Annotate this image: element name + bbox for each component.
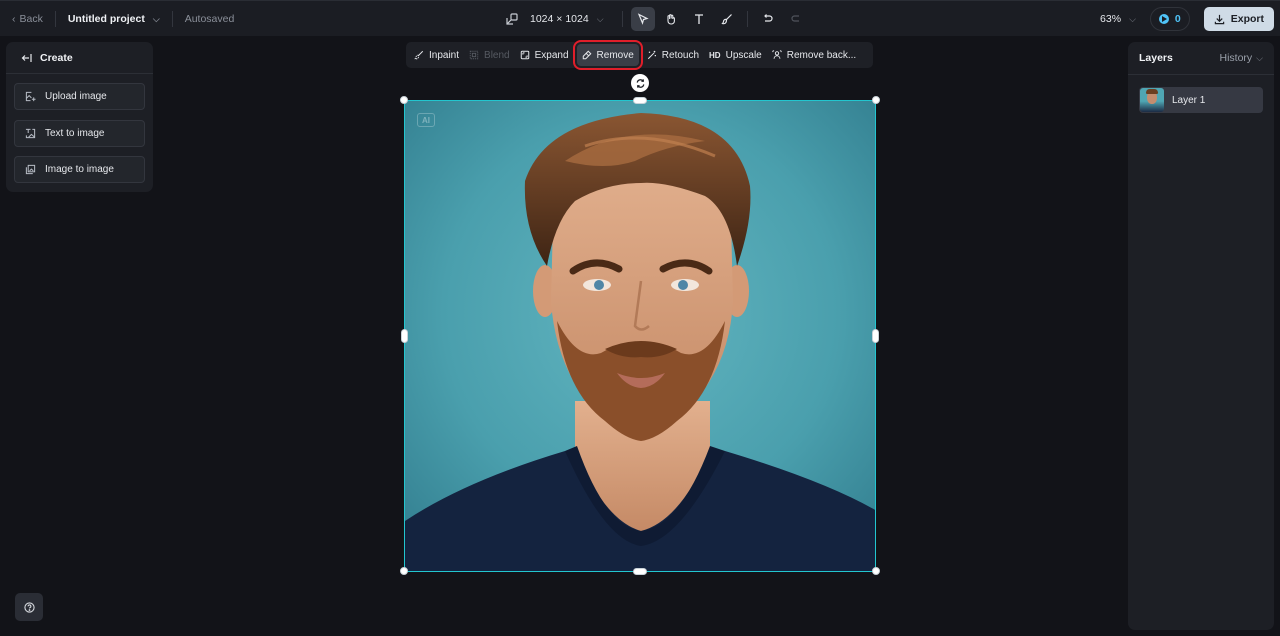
rotate-handle[interactable] [631,74,649,92]
eraser-icon [582,50,591,60]
hand-tool-button[interactable] [659,7,683,31]
portrait-image [405,101,875,571]
back-label: Back [19,13,43,25]
upscale-button[interactable]: HD Upscale [704,44,767,66]
zoom-level: 63% [1100,13,1122,25]
divider [621,11,623,27]
redo-icon [790,15,799,22]
inpaint-label: Inpaint [429,49,460,61]
resize-handle-left[interactable] [401,329,408,343]
project-name: Untitled project [67,13,145,25]
ai-generated-badge: AI [417,113,435,127]
divider [171,11,173,27]
canvas-size-value: 1024 × 1024 [530,13,589,25]
upload-image-label: Upload image [45,91,107,102]
text-icon [694,14,703,24]
layer-thumbnail [1140,88,1164,112]
hd-icon: HD [709,50,721,60]
text-to-image-icon [25,128,37,139]
help-button[interactable] [15,593,43,621]
resize-canvas-button[interactable] [500,7,524,31]
expand-button[interactable]: Expand [515,44,574,66]
collapse-left-icon [21,53,32,62]
remove-button[interactable]: Remove [572,40,643,70]
credits-count: 0 [1174,13,1181,25]
zoom-dropdown[interactable]: 63% ⌵ [1100,13,1136,25]
brush-icon [720,14,732,25]
remove-background-button[interactable]: Remove back... [767,44,861,66]
create-panel-title: Create [40,51,73,64]
edit-toolbar: Inpaint Blend Expand Remove Retouch HD U… [406,40,873,70]
rotate-icon [636,78,644,88]
resize-handle-top[interactable] [633,97,647,104]
create-panel: Create Upload image Text to image Image … [6,42,153,192]
canvas-size-dropdown[interactable]: 1024 × 1024 ⌵ [530,13,604,25]
blend-button[interactable]: Blend [464,44,515,66]
retouch-icon [647,50,656,60]
divider [54,11,56,27]
inpaint-icon [414,50,424,60]
export-label: Export [1230,13,1264,25]
inpaint-button[interactable]: Inpaint [409,44,464,66]
retouch-button[interactable]: Retouch [642,44,704,66]
download-icon [1214,14,1224,24]
export-button[interactable]: Export [1203,7,1274,31]
upscale-label: Upscale [725,49,762,61]
remove-background-label: Remove back... [786,49,857,61]
expand-icon [520,50,529,60]
resize-handle-bottom-left[interactable] [400,567,408,575]
layers-title: Layers [1139,52,1173,64]
history-label: History [1219,52,1253,64]
brush-tool-button[interactable] [715,7,739,31]
save-status: Autosaved [184,13,235,25]
retouch-label: Retouch [661,49,700,61]
layers-panel: Layers History ⌵ Layer 1 [1128,42,1274,630]
text-to-image-button[interactable]: Text to image [14,120,145,147]
chevron-down-icon: ⌵ [152,13,160,24]
text-tool-button[interactable] [687,7,711,31]
chevron-down-icon: ⌵ [1129,13,1136,24]
canvas-image-layer[interactable]: AI [404,100,876,572]
history-dropdown[interactable]: History ⌵ [1220,52,1264,64]
resize-handle-bottom[interactable] [633,568,647,575]
undo-button[interactable] [756,7,780,31]
undo-icon [763,14,773,22]
resize-handle-bottom-right[interactable] [872,567,880,575]
cursor-icon [637,13,649,25]
create-panel-header[interactable]: Create [6,42,153,74]
remove-label: Remove [596,49,634,61]
text-to-image-label: Text to image [45,128,105,139]
back-button[interactable]: ‹ Back [12,13,43,25]
image-to-image-button[interactable]: Image to image [14,156,145,183]
top-bar: ‹ Back Untitled project ⌵ Autosaved 1024… [0,0,1280,36]
project-name-dropdown[interactable]: Untitled project ⌵ [68,13,160,25]
hand-icon [666,14,675,25]
credits-icon [1158,14,1169,24]
image-to-image-label: Image to image [45,164,114,175]
blend-icon [469,50,479,60]
image-to-image-icon [25,164,37,175]
upload-image-button[interactable]: Upload image [14,83,145,110]
chevron-down-icon: ⌵ [1256,52,1263,63]
layers-panel-header: Layers History ⌵ [1128,42,1274,75]
resize-handle-top-right[interactable] [872,96,880,104]
remove-background-icon [772,50,782,59]
resize-handle-top-left[interactable] [400,96,408,104]
resize-icon [506,13,518,25]
divider [746,11,748,27]
chevron-down-icon: ⌵ [596,13,604,24]
credits-badge[interactable]: 0 [1149,7,1190,31]
select-tool-button[interactable] [630,7,655,31]
chevron-left-icon: ‹ [12,13,16,25]
layer-name: Layer 1 [1172,94,1206,106]
layer-item[interactable]: Layer 1 [1139,87,1263,113]
upload-image-icon [25,91,37,102]
resize-handle-right[interactable] [872,329,879,343]
blend-label: Blend [484,49,510,61]
redo-button[interactable] [784,7,808,31]
help-icon [23,601,35,613]
expand-label: Expand [534,49,569,61]
